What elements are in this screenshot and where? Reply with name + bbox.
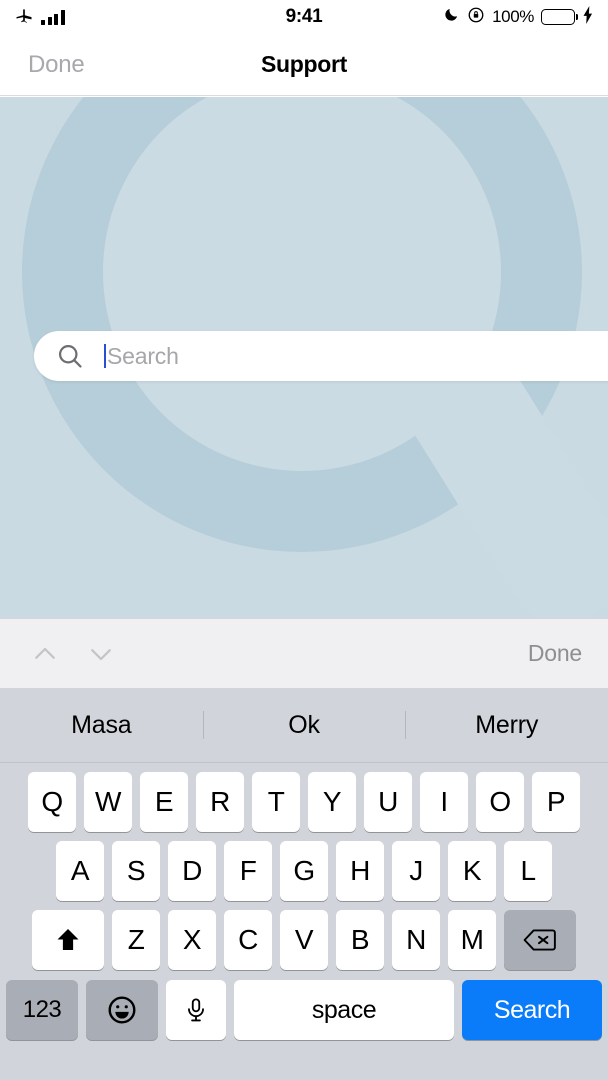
key-k[interactable]: K	[448, 841, 496, 901]
key-l[interactable]: L	[504, 841, 552, 901]
key-y[interactable]: Y	[308, 772, 356, 832]
search-input[interactable]: Search	[34, 331, 608, 381]
backspace-key[interactable]	[504, 910, 576, 970]
dictation-key[interactable]	[166, 980, 226, 1040]
keyboard-accessory-toolbar: Done	[0, 618, 608, 688]
keyboard-row-4: 123 space Search	[0, 980, 608, 1040]
key-b[interactable]: B	[336, 910, 384, 970]
software-keyboard: Masa Ok Merry Q W E R T Y U I O P A S D …	[0, 688, 608, 1080]
key-i[interactable]: I	[420, 772, 468, 832]
shift-arrow-up-icon	[53, 925, 83, 955]
key-t[interactable]: T	[252, 772, 300, 832]
key-c[interactable]: C	[224, 910, 272, 970]
key-f[interactable]: F	[224, 841, 272, 901]
emoji-key[interactable]	[86, 980, 158, 1040]
key-m[interactable]: M	[448, 910, 496, 970]
prediction-candidate[interactable]: Masa	[0, 711, 203, 740]
key-e[interactable]: E	[140, 772, 188, 832]
iphone-screen: 9:41 100% Done Support Search Done Masa …	[0, 0, 608, 1080]
key-x[interactable]: X	[168, 910, 216, 970]
key-w[interactable]: W	[84, 772, 132, 832]
key-o[interactable]: O	[476, 772, 524, 832]
key-n[interactable]: N	[392, 910, 440, 970]
prediction-candidate[interactable]: Merry	[405, 711, 608, 740]
keyboard-row-2: A S D F G H J K L	[0, 841, 608, 901]
key-r[interactable]: R	[196, 772, 244, 832]
microphone-icon	[183, 996, 209, 1024]
key-d[interactable]: D	[168, 841, 216, 901]
space-key[interactable]: space	[234, 980, 454, 1040]
text-cursor	[104, 344, 106, 368]
key-p[interactable]: P	[532, 772, 580, 832]
backspace-delete-icon	[523, 927, 557, 953]
key-a[interactable]: A	[56, 841, 104, 901]
numbers-key[interactable]: 123	[6, 980, 78, 1040]
key-h[interactable]: H	[336, 841, 384, 901]
key-v[interactable]: V	[280, 910, 328, 970]
field-navigation-group	[28, 637, 118, 671]
search-icon	[56, 342, 84, 370]
key-q[interactable]: Q	[28, 772, 76, 832]
return-search-key[interactable]: Search	[462, 980, 602, 1040]
battery-full-icon	[541, 9, 575, 25]
chevron-down-icon[interactable]	[84, 637, 118, 671]
status-bar-time: 9:41	[285, 6, 323, 27]
emoji-smiley-icon	[106, 994, 138, 1026]
key-j[interactable]: J	[392, 841, 440, 901]
keyboard-row-1: Q W E R T Y U I O P	[0, 772, 608, 832]
key-u[interactable]: U	[364, 772, 412, 832]
key-z[interactable]: Z	[112, 910, 160, 970]
navigation-bar: Done Support	[0, 34, 608, 96]
prediction-candidate[interactable]: Ok	[203, 711, 406, 740]
search-placeholder: Search	[107, 342, 179, 369]
key-g[interactable]: G	[280, 841, 328, 901]
nav-done-button[interactable]: Done	[28, 51, 85, 79]
status-bar: 9:41 100%	[0, 0, 608, 34]
chevron-up-icon[interactable]	[28, 637, 62, 671]
page-title: Support	[260, 51, 348, 77]
predictive-text-bar: Masa Ok Merry	[0, 688, 608, 763]
shift-key[interactable]	[32, 910, 104, 970]
keyboard-row-3: Z X C V B N M	[0, 910, 608, 970]
key-s[interactable]: S	[112, 841, 160, 901]
keyboard-done-button[interactable]: Done	[528, 640, 582, 667]
